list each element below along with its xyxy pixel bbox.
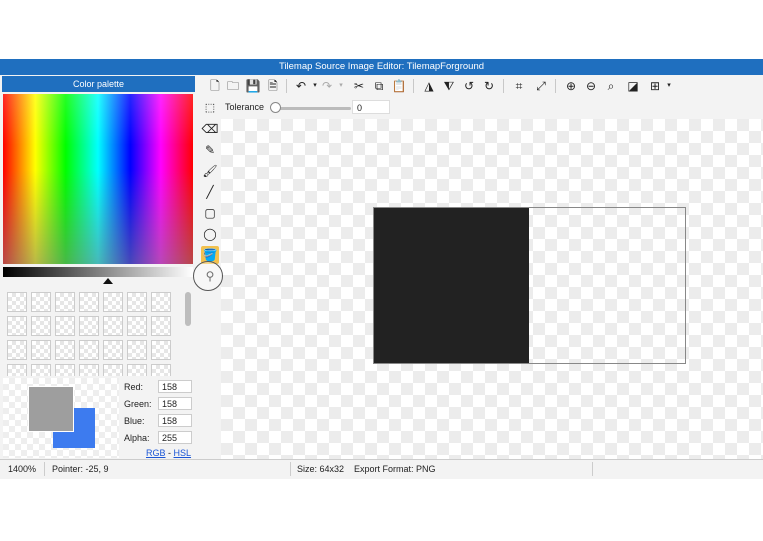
blue-label: Blue: [124, 416, 145, 426]
grayscale-bar[interactable] [3, 267, 193, 277]
red-input[interactable]: 158 [158, 380, 192, 393]
rotate-left-icon[interactable]: ↺ [461, 78, 477, 94]
editor-window: Tilemap Source Image Editor: TilemapForg… [0, 59, 763, 479]
swatch[interactable] [103, 340, 123, 360]
alpha-label: Alpha: [124, 433, 150, 443]
invert-colors-icon[interactable]: ◪ [625, 78, 641, 94]
swatch[interactable] [127, 292, 147, 312]
swatch[interactable] [31, 316, 51, 336]
main-toolbar: 🗋 🗀 💾 🗎 ↶ ▾ ↷ ▾ ✂ ⧉ 📋 ◮ ⧨ ↺ ↻ ⌗ ⤢ ⊕ ⊖ ⌕ … [210, 76, 763, 96]
zoom-fit-icon[interactable]: ⌕ [603, 78, 619, 94]
tool-palette: ⬚ ⌫ ✎ 🖌 ╱ ▢ ◯ 🪣 ⚲ [199, 97, 221, 357]
swatch[interactable] [7, 364, 27, 376]
swatch[interactable] [79, 364, 99, 376]
resize-icon[interactable]: ⤢ [533, 78, 549, 94]
new-file-icon[interactable]: 🗋 [207, 78, 223, 94]
swatch[interactable] [103, 292, 123, 312]
red-label: Red: [124, 382, 144, 392]
open-folder-icon[interactable]: 🗀 [225, 78, 241, 94]
swatch[interactable] [103, 364, 123, 376]
save-as-icon[interactable]: 🗎 [265, 78, 281, 94]
image-area[interactable] [373, 207, 686, 364]
swatch[interactable] [127, 316, 147, 336]
tolerance-label: Tolerance [225, 102, 265, 112]
primary-color-swatch[interactable] [28, 386, 74, 432]
save-icon[interactable]: 💾 [245, 78, 261, 94]
grayscale-slider-arrow[interactable] [103, 278, 113, 284]
swatch[interactable] [79, 292, 99, 312]
color-palette-header: Color palette [2, 76, 195, 92]
line-tool-icon[interactable]: ╱ [201, 183, 219, 201]
window-title: Tilemap Source Image Editor: TilemapForg… [0, 59, 763, 75]
swatch[interactable] [7, 316, 27, 336]
hsl-link[interactable]: HSL [174, 448, 192, 458]
color-preview [3, 378, 119, 458]
flip-vertical-icon[interactable]: ⧨ [441, 78, 457, 94]
swatch[interactable] [31, 292, 51, 312]
grid-dropdown-icon[interactable]: ▾ [661, 78, 677, 94]
status-separator [290, 462, 291, 476]
tolerance-slider-track[interactable] [273, 107, 351, 110]
swatch-scrollbar[interactable] [185, 292, 191, 326]
swatch[interactable] [151, 364, 171, 376]
blue-input[interactable]: 158 [158, 414, 192, 427]
color-spectrum[interactable] [3, 94, 193, 264]
status-separator [44, 462, 45, 476]
tolerance-input[interactable]: 0 [352, 100, 390, 114]
crop-icon[interactable]: ⌗ [511, 78, 527, 94]
toolbar-separator [413, 79, 414, 93]
alpha-input[interactable]: 255 [158, 431, 192, 444]
cut-icon[interactable]: ✂ [351, 78, 367, 94]
swatch[interactable] [79, 340, 99, 360]
green-input[interactable]: 158 [158, 397, 192, 410]
pencil-tool-icon[interactable]: ✎ [201, 141, 219, 159]
swatch[interactable] [7, 292, 27, 312]
swatch[interactable] [55, 316, 75, 336]
swatch[interactable] [79, 316, 99, 336]
eraser-tool-icon[interactable]: ⌫ [201, 120, 219, 138]
tolerance-options: Tolerance 0 [221, 98, 521, 116]
swatch[interactable] [151, 292, 171, 312]
export-format: Export Format: PNG [354, 464, 436, 474]
toolbar-separator [286, 79, 287, 93]
swatch[interactable] [55, 364, 75, 376]
swatch[interactable] [127, 340, 147, 360]
image-size: Size: 64x32 [297, 464, 345, 474]
toolbar-separator [503, 79, 504, 93]
mode-separator: - [165, 448, 174, 458]
rectangle-tool-icon[interactable]: ▢ [201, 204, 219, 222]
swatch[interactable] [151, 316, 171, 336]
swatch[interactable] [31, 340, 51, 360]
green-label: Green: [124, 399, 152, 409]
swatch[interactable] [103, 316, 123, 336]
copy-icon[interactable]: ⧉ [371, 78, 387, 94]
swatch[interactable] [151, 340, 171, 360]
swatch[interactable] [31, 364, 51, 376]
swatch-grid [3, 288, 183, 376]
swatch[interactable] [55, 340, 75, 360]
ellipse-tool-icon[interactable]: ◯ [201, 225, 219, 243]
toolbar-separator [555, 79, 556, 93]
rgb-link[interactable]: RGB [146, 448, 166, 458]
tolerance-slider-handle[interactable] [270, 102, 281, 113]
color-mode-links: RGB - HSL [146, 448, 191, 458]
zoom-out-icon[interactable]: ⊖ [583, 78, 599, 94]
paste-icon[interactable]: 📋 [391, 78, 407, 94]
zoom-level: 1400% [8, 464, 37, 474]
redo-dropdown-icon[interactable]: ▾ [333, 78, 349, 94]
swatch[interactable] [55, 292, 75, 312]
brush-tool-icon[interactable]: 🖌 [201, 162, 219, 180]
zoom-in-icon[interactable]: ⊕ [563, 78, 579, 94]
rotate-right-icon[interactable]: ↻ [481, 78, 497, 94]
drawing-canvas[interactable] [221, 119, 763, 459]
mouse-cursor-highlight [193, 261, 223, 291]
status-bar: 1400% Pointer: -25, 9 Size: 64x32 Export… [0, 459, 763, 478]
pointer-position: Pointer: -25, 9 [52, 464, 109, 474]
flip-horizontal-icon[interactable]: ◮ [421, 78, 437, 94]
painted-region [374, 208, 529, 363]
status-separator [592, 462, 593, 476]
swatch[interactable] [127, 364, 147, 376]
swatch[interactable] [7, 340, 27, 360]
select-tool-icon[interactable]: ⬚ [201, 99, 219, 117]
